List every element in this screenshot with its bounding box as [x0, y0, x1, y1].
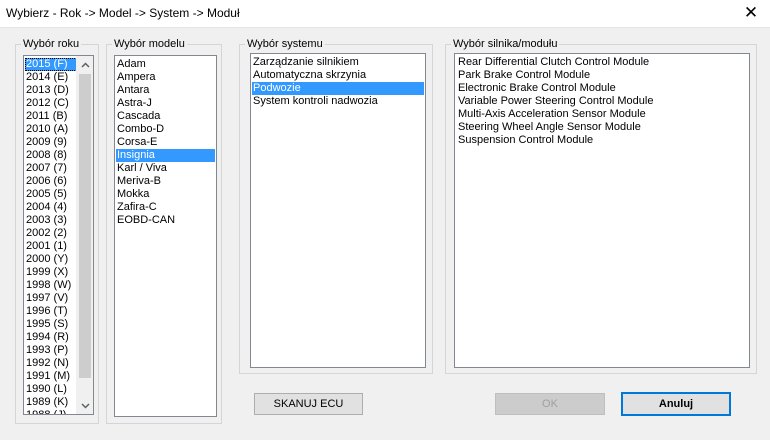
- module-items: Rear Differential Clutch Control Module P…: [457, 56, 747, 147]
- list-item[interactable]: Steering Wheel Angle Sensor Module: [457, 121, 747, 134]
- list-item[interactable]: 2007 (7): [25, 162, 77, 175]
- list-item[interactable]: Electronic Brake Control Module: [457, 82, 747, 95]
- model-items: Adam Ampera Antara Astra-J Cascada Combo-D Cor…: [116, 58, 215, 227]
- module-listbox[interactable]: Rear Differential Clutch Control Module P…: [454, 53, 750, 368]
- chevron-up-icon: [81, 61, 90, 68]
- list-item[interactable]: 2014 (E): [25, 71, 77, 84]
- list-item[interactable]: 2015 (F): [25, 58, 77, 71]
- list-item[interactable]: Combo-D: [116, 123, 215, 136]
- list-item[interactable]: Cascada: [116, 110, 215, 123]
- list-item[interactable]: 1989 (K): [25, 396, 77, 409]
- list-item[interactable]: 1993 (P): [25, 344, 77, 357]
- list-item[interactable]: 1990 (L): [25, 383, 77, 396]
- list-item[interactable]: EOBD-CAN: [116, 214, 215, 227]
- cancel-button[interactable]: Anuluj: [621, 392, 731, 416]
- list-item[interactable]: 2011 (B): [25, 110, 77, 123]
- close-icon[interactable]: ✕: [740, 3, 762, 23]
- list-item[interactable]: Rear Differential Clutch Control Module: [457, 56, 747, 69]
- list-item[interactable]: System kontroli nadwozia: [252, 95, 424, 108]
- list-item[interactable]: Adam: [116, 58, 215, 71]
- list-item[interactable]: 2000 (Y): [25, 253, 77, 266]
- year-items: 2015 (F) 2014 (E) 2013 (D) 2012 (C) 2011 (B)…: [25, 58, 77, 414]
- list-item[interactable]: 1997 (V): [25, 292, 77, 305]
- system-groupbox: Wybór systemu Zarządzanie silnikiem Autom…: [239, 37, 433, 374]
- list-item[interactable]: 2012 (C): [25, 97, 77, 110]
- year-scrollbar[interactable]: [76, 56, 93, 414]
- module-groupbox: Wybór silnika/modułu Rear Differential C…: [445, 37, 757, 374]
- system-listbox[interactable]: Zarządzanie silnikiem Automatyczna skrzyn…: [250, 53, 426, 368]
- system-items: Zarządzanie silnikiem Automatyczna skrzyn…: [252, 56, 424, 108]
- list-item[interactable]: 1998 (W): [25, 279, 77, 292]
- list-item[interactable]: 2013 (D): [25, 84, 77, 97]
- list-item[interactable]: 1991 (M): [25, 370, 77, 383]
- list-item[interactable]: 1992 (N): [25, 357, 77, 370]
- list-item[interactable]: Corsa-E: [116, 136, 215, 149]
- list-item[interactable]: Astra-J: [116, 97, 215, 110]
- list-item[interactable]: Meriva-B: [116, 175, 215, 188]
- list-item[interactable]: Park Brake Control Module: [457, 69, 747, 82]
- list-item[interactable]: 2003 (3): [25, 214, 77, 227]
- year-listbox[interactable]: 2015 (F) 2014 (E) 2013 (D) 2012 (C) 2011 (B)…: [23, 55, 94, 415]
- list-item[interactable]: Karl / Viva: [116, 162, 215, 175]
- scroll-down-arrow[interactable]: [77, 397, 93, 414]
- list-item[interactable]: Insignia: [116, 149, 215, 162]
- year-groupbox: Wybór roku 2015 (F) 2014 (E) 2013 (D) 2012 …: [15, 37, 99, 424]
- list-item[interactable]: Mokka: [116, 188, 215, 201]
- list-item[interactable]: 1988 (J): [25, 409, 77, 414]
- model-listbox[interactable]: Adam Ampera Antara Astra-J Cascada Combo-D Cor…: [114, 55, 217, 417]
- list-item[interactable]: 2004 (4): [25, 201, 77, 214]
- list-item[interactable]: Ampera: [116, 71, 215, 84]
- system-group-label: Wybór systemu: [245, 37, 325, 51]
- list-item[interactable]: 2006 (6): [25, 175, 77, 188]
- list-item[interactable]: 1996 (T): [25, 305, 77, 318]
- list-item[interactable]: 2009 (9): [25, 136, 77, 149]
- chevron-down-icon: [81, 402, 90, 409]
- list-item[interactable]: Antara: [116, 84, 215, 97]
- title-bar: Wybierz - Rok -> Model -> System -> Modu…: [0, 0, 770, 28]
- model-groupbox: Wybór modelu Adam Ampera Antara Astra-J Casc…: [106, 37, 222, 424]
- list-item[interactable]: 2001 (1): [25, 240, 77, 253]
- list-item[interactable]: Podwozie: [252, 82, 424, 95]
- list-item[interactable]: Zarządzanie silnikiem: [252, 56, 424, 69]
- list-item[interactable]: 1995 (S): [25, 318, 77, 331]
- list-item[interactable]: Automatyczna skrzynia: [252, 69, 424, 82]
- list-item[interactable]: Multi-Axis Acceleration Sensor Module: [457, 108, 747, 121]
- ok-button[interactable]: OK: [495, 393, 605, 415]
- year-group-label: Wybór roku: [21, 37, 82, 51]
- module-group-label: Wybór silnika/modułu: [451, 37, 560, 51]
- list-item[interactable]: Suspension Control Module: [457, 134, 747, 147]
- list-item[interactable]: 2008 (8): [25, 149, 77, 162]
- list-item[interactable]: 2002 (2): [25, 227, 77, 240]
- list-item[interactable]: 1994 (R): [25, 331, 77, 344]
- scroll-thumb[interactable]: [79, 74, 91, 378]
- list-item[interactable]: Zafira-C: [116, 201, 215, 214]
- model-group-label: Wybór modelu: [112, 37, 187, 51]
- list-item[interactable]: 2005 (5): [25, 188, 77, 201]
- scan-ecu-button[interactable]: SKANUJ ECU: [254, 393, 363, 415]
- scroll-up-arrow[interactable]: [77, 56, 93, 73]
- list-item[interactable]: 1999 (X): [25, 266, 77, 279]
- list-item[interactable]: 2010 (A): [25, 123, 77, 136]
- window-title: Wybierz - Rok -> Model -> System -> Modu…: [6, 6, 240, 20]
- list-item[interactable]: Variable Power Steering Control Module: [457, 95, 747, 108]
